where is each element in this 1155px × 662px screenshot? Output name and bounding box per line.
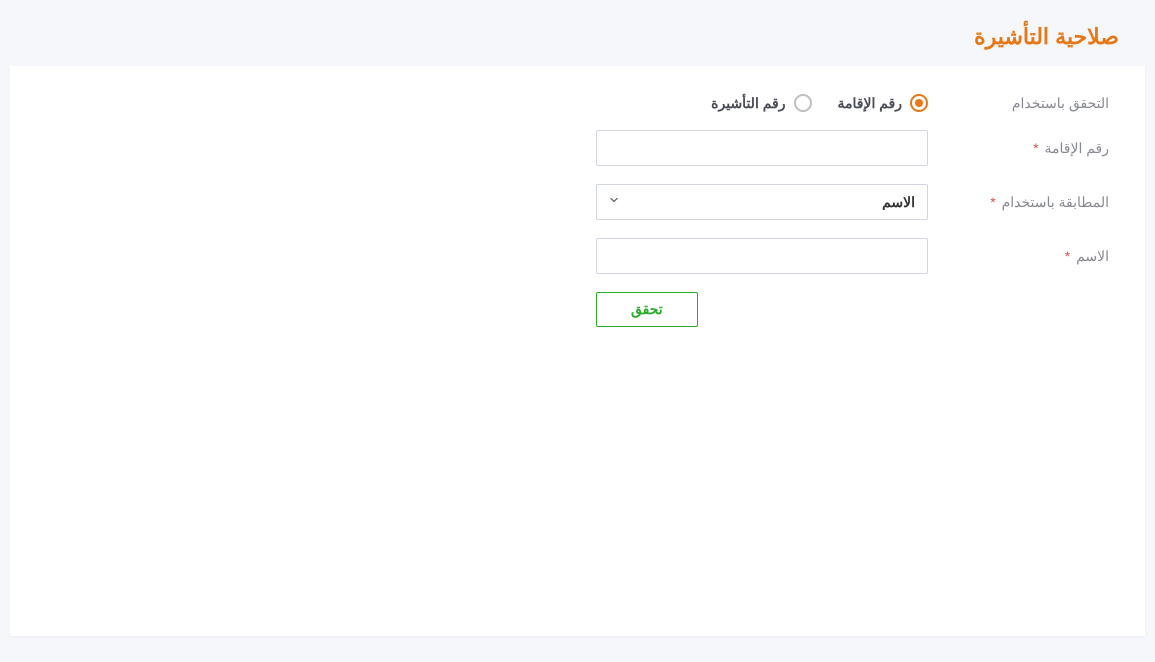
- match-by-label: المطابقة باستخدام *: [944, 194, 1109, 211]
- verify-button[interactable]: تحقق: [596, 292, 698, 327]
- button-row: تحقق: [596, 292, 928, 327]
- radio-visa[interactable]: رقم التأشيرة: [711, 94, 811, 112]
- radio-circle-icon: [910, 94, 928, 112]
- verify-by-row: التحقق باستخدام رقم الإقامة رقم التأشيرة: [46, 94, 1109, 112]
- name-label-text: الاسم: [1076, 248, 1109, 264]
- radio-residence-label: رقم الإقامة: [838, 95, 903, 112]
- match-by-row: المطابقة باستخدام * الاسم: [46, 184, 1109, 220]
- verify-by-label: التحقق باستخدام: [944, 95, 1109, 112]
- name-label: الاسم *: [944, 248, 1109, 265]
- required-mark: *: [1065, 248, 1070, 264]
- name-input[interactable]: [596, 238, 928, 274]
- page-header: صلاحية التأشيرة: [0, 0, 1155, 66]
- radio-visa-label: رقم التأشيرة: [711, 95, 785, 112]
- required-mark: *: [1033, 140, 1038, 156]
- name-row: الاسم *: [46, 238, 1109, 274]
- page-title: صلاحية التأشيرة: [36, 24, 1119, 50]
- match-by-select-wrap: الاسم: [596, 184, 928, 220]
- radio-residence[interactable]: رقم الإقامة: [838, 94, 929, 112]
- form-card: التحقق باستخدام رقم الإقامة رقم التأشيرة…: [10, 66, 1145, 636]
- required-mark: *: [990, 194, 995, 210]
- verify-by-label-text: التحقق باستخدام: [1012, 95, 1109, 111]
- match-by-select[interactable]: الاسم: [596, 184, 928, 220]
- residence-number-input[interactable]: [596, 130, 928, 166]
- radio-dot-icon: [915, 99, 923, 107]
- residence-number-label-text: رقم الإقامة: [1045, 140, 1110, 156]
- match-by-label-text: المطابقة باستخدام: [1002, 194, 1109, 210]
- residence-number-label: رقم الإقامة *: [944, 140, 1109, 157]
- verify-by-radio-group: رقم الإقامة رقم التأشيرة: [711, 94, 928, 112]
- radio-circle-icon: [794, 94, 812, 112]
- residence-number-row: رقم الإقامة *: [46, 130, 1109, 166]
